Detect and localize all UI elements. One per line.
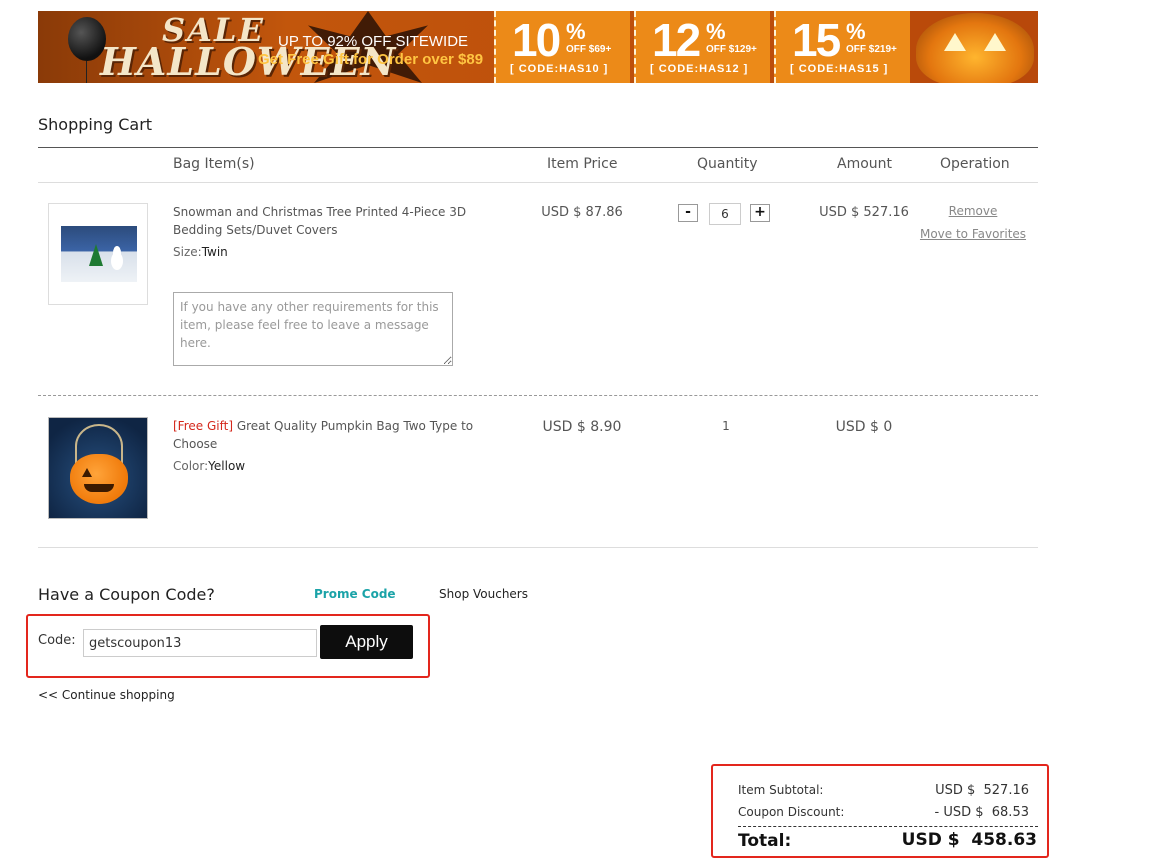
qty-decrease-button[interactable]: - <box>678 204 698 222</box>
coupon-form: Code: Apply <box>26 614 430 678</box>
cart-table-header: Bag Item(s) Item Price Quantity Amount O… <box>38 148 1038 183</box>
total-value: USD $ 458.63 <box>901 830 1037 850</box>
jack-o-lantern-icon <box>916 13 1034 83</box>
apply-button[interactable]: Apply <box>320 625 413 659</box>
offer-code: [ CODE:HAS15 ] <box>790 63 889 75</box>
offer-pct-sign: % <box>846 19 866 44</box>
free-gift-tag: [Free Gift] <box>173 419 233 433</box>
attr-label: Color: <box>173 459 209 473</box>
product-size: Size:Twin <box>173 245 228 259</box>
pumpkin-bag <box>70 454 128 504</box>
col-item-price: Item Price <box>547 156 618 172</box>
quantity-input[interactable] <box>709 203 741 225</box>
cart-title: Shopping Cart <box>38 115 153 134</box>
item-message-textarea[interactable] <box>173 292 453 366</box>
offer-code: [ CODE:HAS12 ] <box>650 63 749 75</box>
subtotal-value: USD $ 527.16 <box>935 783 1029 798</box>
item-price: USD $ 8.90 <box>542 419 622 435</box>
totals-divider <box>738 826 1038 827</box>
cart-row: [Free Gift] Great Quality Pumpkin Bag Tw… <box>38 397 1038 548</box>
halloween-sale-banner[interactable]: SALE HALLOWEEN UP TO 92% OFF SITEWIDE Ge… <box>38 11 1038 83</box>
order-summary: Item Subtotal: USD $ 527.16 Coupon Disco… <box>711 764 1049 858</box>
offer-pct: 12 <box>652 14 701 66</box>
offer-12[interactable]: 12 % OFF $129+ [ CODE:HAS12 ] <box>634 11 770 83</box>
offer-pct-sign: % <box>706 19 726 44</box>
coupon-discount-label: Coupon Discount: <box>738 805 845 819</box>
continue-shopping-link[interactable]: << Continue shopping <box>38 688 175 702</box>
remove-link[interactable]: Remove <box>908 204 1038 218</box>
offer-code: [ CODE:HAS10 ] <box>510 63 609 75</box>
col-operation: Operation <box>940 156 1010 172</box>
offer-15[interactable]: 15 % OFF $219+ [ CODE:HAS15 ] <box>774 11 910 83</box>
item-price: USD $ 87.86 <box>541 205 623 220</box>
product-name-link[interactable]: Snowman and Christmas Tree Printed 4-Pie… <box>173 203 483 239</box>
bedding-image <box>61 226 137 282</box>
col-quantity: Quantity <box>697 156 758 172</box>
attr-value: Twin <box>201 245 228 259</box>
move-to-favorites-link[interactable]: Move to Favorites <box>908 227 1038 241</box>
banner-subline: Get Free Gift for Order over $89 <box>258 51 484 68</box>
pumpkin-bag-image <box>49 418 147 518</box>
attr-label: Size: <box>173 245 202 259</box>
product-color: Color:Yellow <box>173 459 245 473</box>
total-label: Total: <box>738 831 792 851</box>
product-thumbnail[interactable] <box>48 417 148 519</box>
subtotal-label: Item Subtotal: <box>738 783 824 797</box>
tab-prome-code[interactable]: Prome Code <box>314 587 396 601</box>
offer-pct: 10 <box>512 14 561 66</box>
offer-threshold: OFF $129+ <box>706 44 757 55</box>
quantity-value: 1 <box>722 419 730 433</box>
offer-pct: 15 <box>792 14 841 66</box>
product-thumbnail[interactable] <box>48 203 148 305</box>
code-label: Code: <box>38 633 76 648</box>
col-amount: Amount <box>837 156 893 172</box>
col-bag-items: Bag Item(s) <box>173 156 255 172</box>
coupon-discount-value: - USD $ 68.53 <box>934 805 1030 820</box>
banner-headline: UP TO 92% OFF SITEWIDE <box>278 33 469 50</box>
coupon-code-input[interactable] <box>83 629 317 657</box>
tab-shop-vouchers[interactable]: Shop Vouchers <box>439 587 528 601</box>
offer-threshold: OFF $219+ <box>846 44 897 55</box>
coupon-title: Have a Coupon Code? <box>38 585 215 604</box>
offer-pct-sign: % <box>566 19 586 44</box>
offer-10[interactable]: 10 % OFF $69+ [ CODE:HAS10 ] <box>494 11 630 83</box>
item-amount: USD $ 0 <box>835 419 893 435</box>
product-name-link[interactable]: [Free Gift] Great Quality Pumpkin Bag Tw… <box>173 417 483 453</box>
attr-value: Yellow <box>208 459 246 473</box>
cart-row: Snowman and Christmas Tree Printed 4-Pie… <box>38 183 1038 396</box>
qty-increase-button[interactable]: + <box>750 204 770 222</box>
offer-threshold: OFF $69+ <box>566 44 612 55</box>
